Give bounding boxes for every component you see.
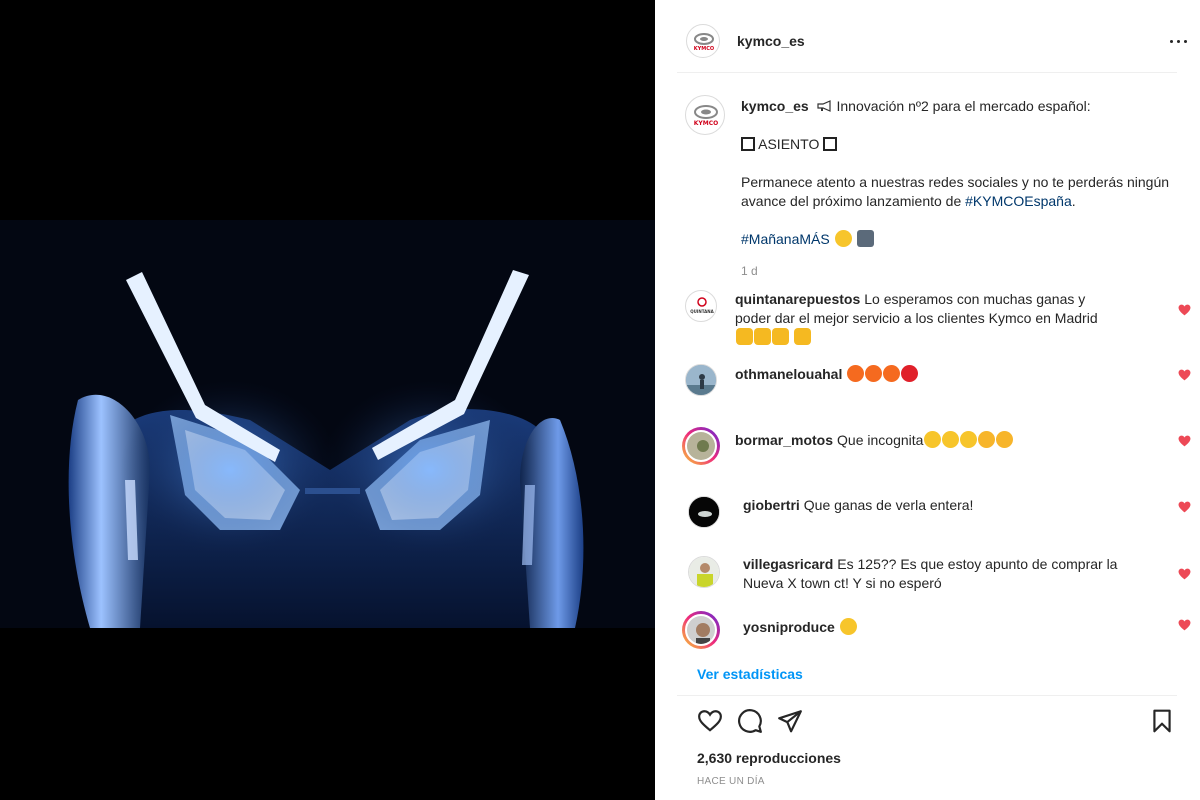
commenter-avatar[interactable] (688, 556, 720, 588)
caption-intro: Innovación nº2 para el mercado español: (836, 98, 1091, 114)
commenter-avatar[interactable] (688, 496, 720, 528)
view-insights-link[interactable]: Ver estadísticas (697, 666, 803, 682)
caption-username[interactable]: kymco_es (741, 98, 809, 114)
action-bar (697, 708, 1177, 736)
caption-body: Permanece atento a nuestras redes social… (741, 174, 1170, 209)
thinking-face-emoji (924, 431, 942, 448)
comment-text: villegasricard Es 125?? Es que estoy apun… (743, 555, 1123, 593)
comment-username[interactable]: bormar_motos (735, 432, 833, 448)
comment-text: othmanelouahal (735, 365, 1115, 384)
comment-username[interactable]: villegasricard (743, 556, 833, 572)
clapping-hands-emoji (793, 328, 811, 345)
screaming-face-emoji (834, 230, 852, 247)
kymco-logo-icon: KYMCO (694, 105, 718, 127)
comment-username[interactable]: yosniproduce (743, 619, 835, 635)
svg-text:KYMCO: KYMCO (694, 120, 718, 127)
post-media[interactable] (0, 0, 655, 800)
view-count: 2,630 reproducciones (697, 750, 841, 766)
bookmark-icon[interactable] (1149, 708, 1175, 734)
commenter-avatar[interactable]: QUINTANA (685, 290, 717, 322)
hushed-face-emoji (839, 618, 857, 635)
clapping-hands-emoji (736, 328, 753, 345)
star-struck-emoji (996, 431, 1014, 448)
kymco-logo-icon: KYMCO (694, 33, 714, 52)
like-heart-icon[interactable] (1178, 304, 1191, 316)
hashtag-kymco-espana[interactable]: #KYMCOEspaña (965, 193, 1072, 209)
red-heart-emoji (901, 365, 919, 382)
comment-icon[interactable] (737, 708, 763, 734)
person-photo-icon (689, 497, 719, 527)
person-photo-icon (686, 365, 716, 395)
comment-text: quintanarepuestos Lo esperamos con muchas… (735, 290, 1115, 347)
megaphone-icon (817, 100, 831, 112)
commenter-avatar[interactable] (685, 614, 717, 646)
caption-period: . (1071, 193, 1076, 209)
comment-text: yosniproduce (743, 618, 1123, 637)
person-photo-icon (689, 557, 719, 587)
quintana-logo-icon: QUINTANA (690, 297, 715, 314)
star-struck-emoji (978, 431, 996, 448)
share-paper-plane-icon[interactable] (777, 708, 803, 734)
comment-username[interactable]: giobertri (743, 497, 800, 513)
like-heart-icon[interactable] (1178, 619, 1191, 631)
square-icon (741, 137, 755, 151)
comment-body: Que incognita (837, 432, 924, 448)
detective-emoji (856, 230, 874, 247)
more-horizontal-icon[interactable] (1167, 30, 1191, 54)
like-heart-icon[interactable] (1178, 369, 1191, 381)
post-header: KYMCO kymco_es (677, 0, 1187, 73)
comment-text: bormar_motos Que incognita (735, 431, 1115, 450)
comment-text: giobertri Que ganas de verla entera! (743, 496, 1123, 515)
comment-username[interactable]: quintanarepuestos (735, 291, 860, 307)
svg-text:QUINTANA: QUINTANA (690, 309, 714, 314)
thinking-face-emoji (960, 431, 978, 448)
author-username[interactable]: kymco_es (737, 33, 805, 49)
caption-highlight: ASIENTO (758, 136, 820, 152)
clapping-hands-emoji (772, 328, 789, 345)
caption-timestamp[interactable]: 1 d (741, 264, 758, 278)
post-age[interactable]: HACE UN DÍA (697, 776, 765, 787)
thinking-face-emoji (942, 431, 960, 448)
heart-outline-icon[interactable] (697, 708, 723, 734)
like-heart-icon[interactable] (1178, 568, 1191, 580)
caption-author-avatar[interactable]: KYMCO (685, 95, 725, 135)
fire-emoji (865, 365, 883, 382)
commenter-avatar[interactable] (685, 430, 717, 462)
divider (677, 695, 1177, 696)
fire-emoji (883, 365, 901, 382)
fire-emoji (847, 365, 865, 382)
square-icon (823, 137, 838, 151)
commenter-avatar[interactable] (685, 364, 717, 396)
comment-body: Que ganas de verla entera! (803, 497, 974, 513)
clapping-hands-emoji (754, 328, 771, 345)
post-caption: kymco_es Innovación nº2 para el mercado … (741, 97, 1181, 268)
like-heart-icon[interactable] (1178, 435, 1191, 447)
post-detail-panel: KYMCO kymco_es KYMCO kymco_es Innovación… (655, 0, 1200, 800)
author-avatar[interactable]: KYMCO (686, 24, 720, 58)
comment-username[interactable]: othmanelouahal (735, 366, 842, 382)
scooter-headlight-image (0, 0, 655, 800)
like-heart-icon[interactable] (1178, 501, 1191, 513)
svg-text:KYMCO: KYMCO (694, 46, 714, 52)
hashtag-manana-mas[interactable]: #MañanaMÁS (741, 231, 830, 247)
